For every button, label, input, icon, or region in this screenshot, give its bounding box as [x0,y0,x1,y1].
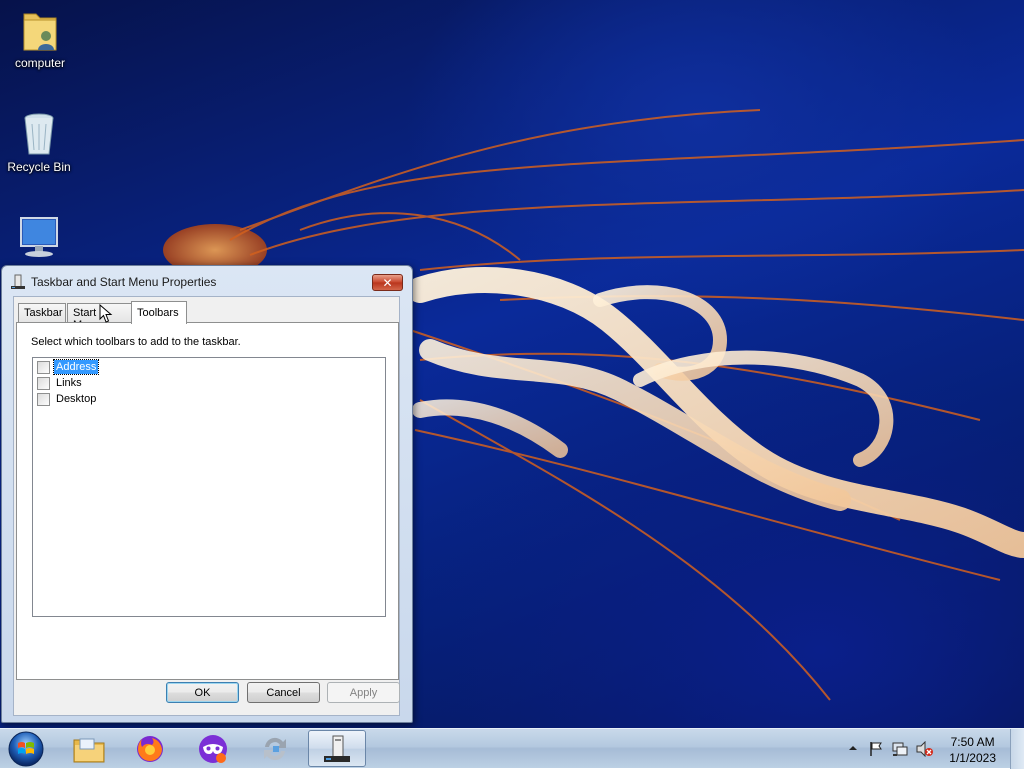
taskbar-properties-dialog: Taskbar and Start Menu Properties ✕ Task… [1,265,413,723]
tab-taskbar[interactable]: Taskbar [18,303,66,323]
desktop-icon-label: Recycle Bin [7,160,71,174]
action-center-flag-icon[interactable] [868,741,884,760]
toolbars-tab-panel: Select which toolbars to add to the task… [16,322,399,680]
recycle-bin-icon [24,113,54,155]
desktop-icon-computer[interactable]: computer [2,6,78,70]
desktop-icon-label: computer [14,56,66,70]
taskbar-properties-icon [324,735,350,762]
list-item-label: Desktop [56,393,97,405]
list-item-label: Address [52,359,100,375]
close-button[interactable]: ✕ [372,274,403,291]
taskbar-app-firefox[interactable] [121,730,179,767]
network-icon[interactable] [892,741,908,760]
monitor-icon [20,217,58,257]
cancel-button[interactable]: Cancel [247,682,320,703]
list-item-label: Links [56,377,82,389]
close-icon: ✕ [382,275,393,290]
volume-muted-icon[interactable] [916,740,934,760]
windows-orb-icon [8,731,44,767]
list-item-address[interactable]: Address [37,359,100,375]
taskbar-app-sync[interactable] [246,730,304,767]
taskbar-properties-icon [10,274,26,293]
clock-time: 7:50 AM [950,735,995,749]
toolbar-list[interactable]: Address Links Desktop [32,357,386,617]
address-checkbox[interactable] [37,360,50,374]
dialog-body: Taskbar Start Menu Toolbars Select which… [13,296,400,716]
taskbar: 7:50 AM 1/1/2023 [0,728,1024,769]
notification-area: 7:50 AM 1/1/2023 [834,729,1024,769]
links-checkbox[interactable] [37,376,50,390]
show-desktop-button[interactable] [1010,729,1024,769]
sync-icon [264,737,286,760]
apply-button[interactable]: Apply [327,682,400,703]
start-button[interactable] [5,730,47,768]
list-item-links[interactable]: Links [37,375,84,391]
taskbar-app-private-browser[interactable] [184,730,242,767]
mouse-cursor-icon [99,304,113,323]
title-bar[interactable]: Taskbar and Start Menu Properties ✕ [2,266,412,296]
taskbar-app-taskbar-properties[interactable] [308,730,366,767]
desktop-checkbox[interactable] [37,392,50,406]
taskbar-app-explorer[interactable] [60,730,118,767]
clock-date: 1/1/2023 [949,751,996,765]
firefox-icon [137,735,163,762]
desktop-icon-recycle-bin[interactable]: Recycle Bin [1,110,77,174]
instructions-text: Select which toolbars to add to the task… [31,336,241,348]
tab-toolbars[interactable]: Toolbars [131,301,187,324]
user-folder-icon [23,13,57,51]
system-clock[interactable]: 7:50 AM 1/1/2023 [949,734,996,766]
dialog-title: Taskbar and Start Menu Properties [31,275,217,289]
desktop-icon-monitor[interactable] [1,214,77,262]
file-explorer-icon [73,738,105,762]
ok-button[interactable]: OK [166,682,239,703]
mask-icon [199,734,227,763]
show-hidden-icons-arrow[interactable] [848,743,858,756]
list-item-desktop[interactable]: Desktop [37,391,98,407]
